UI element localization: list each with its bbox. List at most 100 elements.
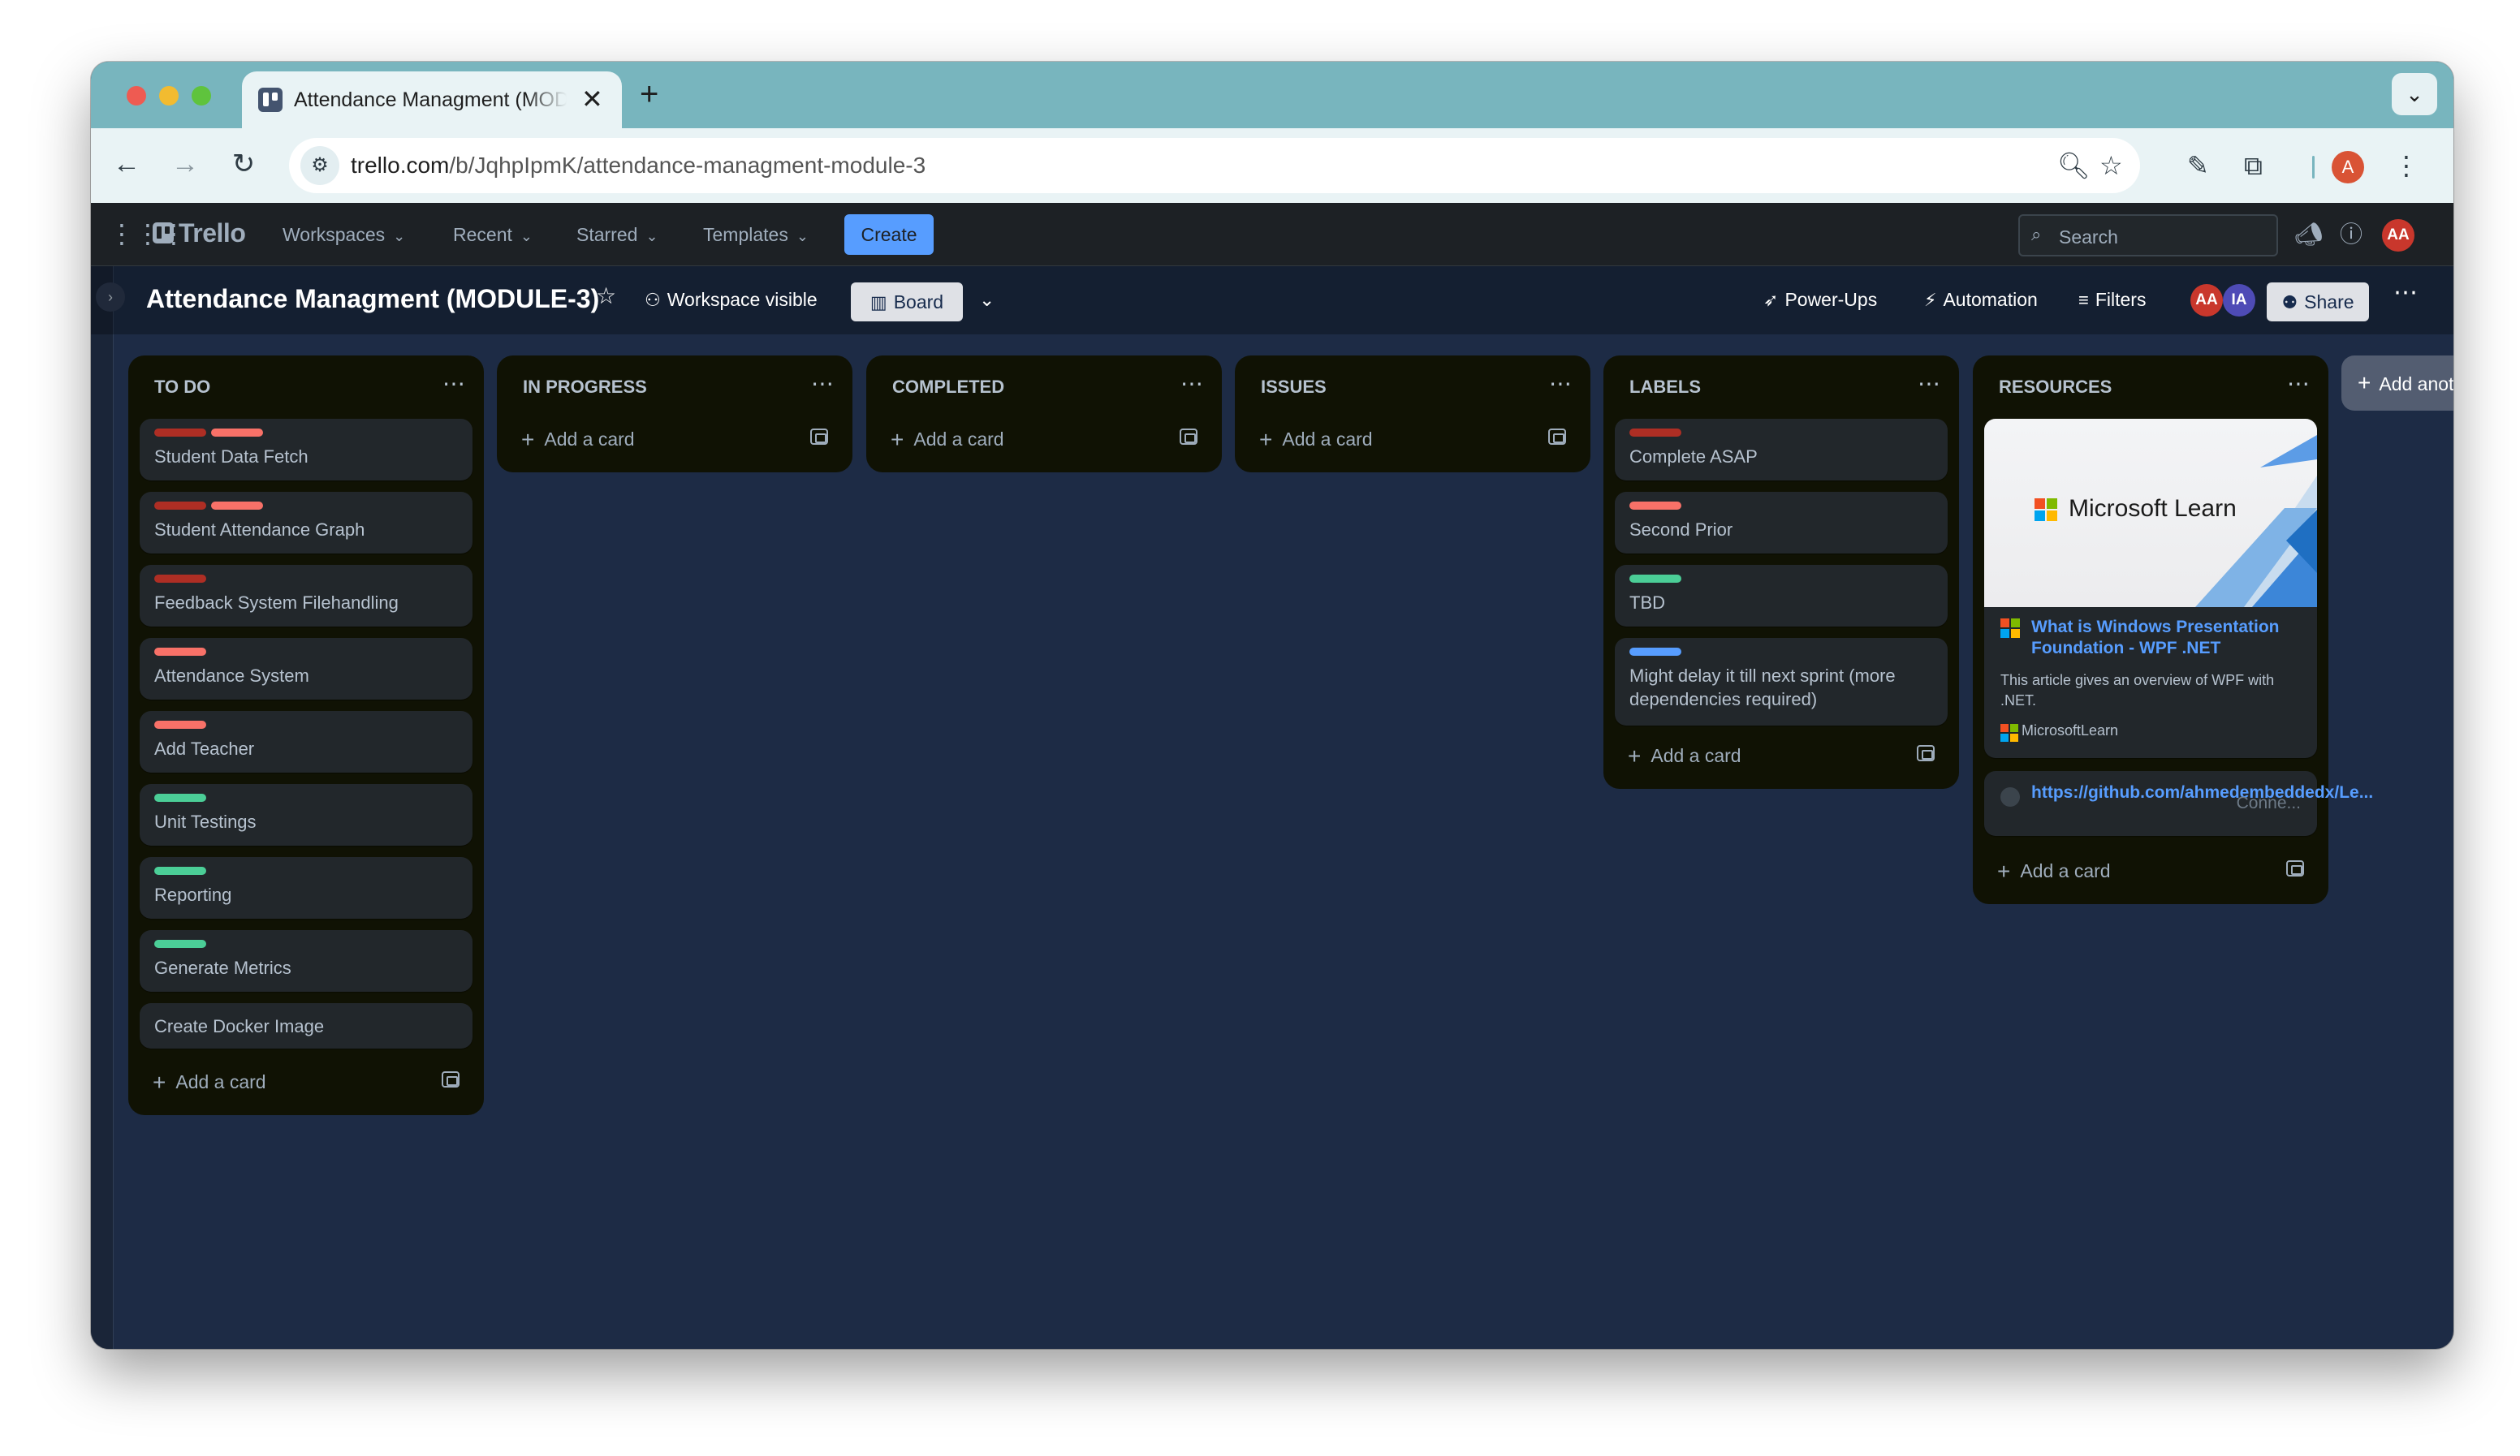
share-button[interactable]: ⚉ Share: [2267, 282, 2369, 321]
card-template-icon[interactable]: [810, 429, 828, 445]
power-ups-button[interactable]: ➶ Power-Ups: [1763, 287, 1877, 312]
close-window-button[interactable]: [127, 86, 146, 106]
board-title[interactable]: Attendance Managment (MODULE-3): [146, 284, 599, 314]
url-text[interactable]: trello.com/b/JqhpIpmK/attendance-managme…: [351, 153, 926, 179]
board-menu-icon[interactable]: ⋯: [2393, 281, 2418, 305]
card[interactable]: Complete ASAP: [1615, 419, 1948, 480]
browser-tab-active[interactable]: Attendance Managment (MODULE-3) | Trello…: [242, 71, 622, 128]
label-blue[interactable]: [1629, 648, 1681, 656]
card[interactable]: Unit Testings: [140, 784, 472, 846]
connect-status[interactable]: Conne...: [2237, 794, 2301, 813]
label-red[interactable]: [211, 502, 263, 510]
close-tab-icon[interactable]: ✕: [581, 83, 603, 115]
label-green[interactable]: [1629, 575, 1681, 583]
address-bar[interactable]: ⚙ trello.com/b/JqhpIpmK/attendance-manag…: [289, 138, 2140, 193]
card-template-icon[interactable]: [2286, 860, 2304, 877]
add-list-button[interactable]: + Add another list: [2341, 355, 2453, 411]
nav-starred[interactable]: Starred ⌄: [576, 222, 658, 248]
app-switcher-icon[interactable]: ⋮⋮⋮: [109, 219, 187, 248]
minimize-window-button[interactable]: [159, 86, 179, 106]
forward-icon[interactable]: →: [167, 146, 203, 182]
add-card-button[interactable]: + Add a card: [1628, 743, 1741, 769]
label-red[interactable]: [1629, 502, 1681, 510]
link-card-microsoft-learn[interactable]: Microsoft Learn What is Windows Presenta…: [1984, 419, 2317, 758]
new-tab-icon[interactable]: +: [640, 76, 658, 112]
chevron-down-icon: ⌄: [796, 228, 809, 244]
label-dark-red[interactable]: [1629, 429, 1681, 437]
bookmark-star-icon[interactable]: ☆: [2099, 149, 2123, 182]
star-board-icon[interactable]: ☆: [596, 284, 616, 308]
card[interactable]: Attendance System: [140, 638, 472, 700]
card-template-icon[interactable]: [442, 1071, 460, 1088]
zoom-icon[interactable]: 🔍︎: [2057, 149, 2091, 182]
label-green[interactable]: [154, 940, 206, 948]
card[interactable]: Generate Metrics: [140, 930, 472, 992]
nav-recent[interactable]: Recent ⌄: [453, 222, 533, 248]
list-title[interactable]: RESOURCES: [1999, 377, 2112, 398]
reload-icon[interactable]: ↻: [226, 146, 261, 182]
label-green[interactable]: [154, 867, 206, 875]
card-template-icon[interactable]: [1917, 745, 1935, 761]
maximize-window-button[interactable]: [192, 86, 211, 106]
view-switcher-chevron-icon[interactable]: ⌄: [979, 287, 995, 312]
card-template-icon[interactable]: [1180, 429, 1197, 445]
card[interactable]: Second Prior: [1615, 492, 1948, 554]
pen-extension-icon[interactable]: ✎: [2187, 148, 2209, 183]
card[interactable]: Add Teacher: [140, 711, 472, 773]
list-title[interactable]: TO DO: [154, 377, 210, 398]
card[interactable]: Create Docker Image: [140, 1003, 472, 1049]
card-template-icon[interactable]: [1548, 429, 1566, 445]
add-card-button[interactable]: + Add a card: [1259, 427, 1373, 453]
list-title[interactable]: ISSUES: [1261, 377, 1327, 398]
create-button[interactable]: Create: [844, 214, 934, 255]
link-title[interactable]: What is Windows Presentation Foundation …: [2031, 617, 2307, 659]
list-menu-icon[interactable]: ⋯: [1180, 370, 1204, 397]
user-avatar[interactable]: AA: [2382, 219, 2414, 252]
nav-workspaces[interactable]: Workspaces ⌄: [283, 222, 405, 248]
add-card-button[interactable]: + Add a card: [521, 427, 635, 453]
label-red[interactable]: [154, 721, 206, 729]
add-card-button[interactable]: + Add a card: [891, 427, 1004, 453]
puzzle-extension-icon[interactable]: ⧉: [2244, 148, 2263, 183]
help-icon[interactable]: ⓘ: [2340, 221, 2362, 248]
list-menu-icon[interactable]: ⋯: [811, 370, 835, 397]
card[interactable]: Student Attendance Graph: [140, 492, 472, 554]
whats-new-icon[interactable]: 📣︎: [2294, 221, 2324, 248]
link-card-github[interactable]: https://github.com/ahmedembeddedx/Le... …: [1984, 771, 2373, 836]
list-menu-icon[interactable]: ⋯: [1918, 370, 1941, 397]
card[interactable]: Might delay it till next sprint (more de…: [1615, 638, 1948, 726]
label-dark-red[interactable]: [154, 429, 206, 437]
filters-button[interactable]: ≡ Filters: [2078, 287, 2146, 312]
github-link[interactable]: https://github.com/ahmedembeddedx/Le...: [2031, 782, 2373, 803]
label-dark-red[interactable]: [154, 575, 206, 583]
add-card-button[interactable]: + Add a card: [1997, 859, 2111, 885]
tab-search-dropdown-icon[interactable]: ⌄: [2392, 73, 2437, 115]
list-menu-icon[interactable]: ⋯: [1549, 370, 1573, 397]
label-red[interactable]: [154, 648, 206, 656]
list-title[interactable]: LABELS: [1629, 377, 1701, 398]
profile-avatar[interactable]: A: [2332, 151, 2364, 183]
card[interactable]: Student Data Fetch: [140, 419, 472, 480]
nav-templates[interactable]: Templates ⌄: [703, 222, 809, 248]
list-title[interactable]: COMPLETED: [892, 377, 1004, 398]
label-red[interactable]: [211, 429, 263, 437]
site-info-icon[interactable]: ⚙: [300, 146, 339, 185]
board-view-button[interactable]: ▥ Board: [851, 282, 963, 321]
card[interactable]: Reporting: [140, 857, 472, 919]
label-green[interactable]: [154, 794, 206, 802]
member-avatar[interactable]: AA: [2190, 284, 2223, 317]
member-avatar[interactable]: IA: [2223, 284, 2255, 317]
list-menu-icon[interactable]: ⋯: [2287, 370, 2311, 397]
back-icon[interactable]: ←: [109, 146, 145, 182]
label-dark-red[interactable]: [154, 502, 206, 510]
list-menu-icon[interactable]: ⋯: [442, 370, 466, 397]
card[interactable]: Feedback System Filehandling: [140, 565, 472, 627]
card-title: Attendance System: [154, 666, 309, 686]
card[interactable]: TBD: [1615, 565, 1948, 627]
search-input[interactable]: ⌕ Search: [2018, 214, 2278, 256]
visibility-button[interactable]: ⚇ Workspace visible: [645, 287, 818, 312]
automation-button[interactable]: ⚡︎ Automation: [1924, 287, 2038, 312]
list-title[interactable]: IN PROGRESS: [523, 377, 647, 398]
kebab-menu-icon[interactable]: ⋮: [2393, 148, 2419, 183]
add-card-button[interactable]: + Add a card: [153, 1070, 266, 1096]
